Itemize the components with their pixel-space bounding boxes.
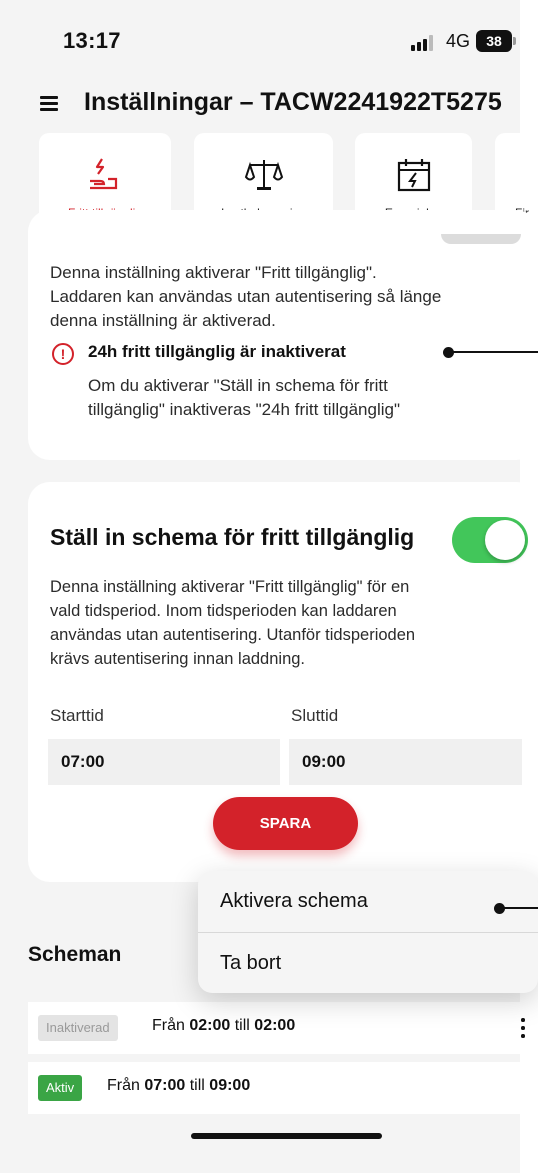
free-access-description-line: Denna inställning aktiverar "Fritt tillg… xyxy=(50,263,377,282)
network-type: 4G xyxy=(446,31,471,51)
toggle-edge xyxy=(441,234,521,244)
page-title: Inställningar – TACW2241922T5275 xyxy=(84,88,502,116)
more-options-icon[interactable] xyxy=(520,1018,526,1038)
warning-text-line: tillgänglig" inaktiveras "24h fritt till… xyxy=(88,400,400,419)
annotation-pointer-line xyxy=(449,351,538,353)
balance-scale-icon xyxy=(244,160,283,190)
menu-item-delete[interactable]: Ta bort xyxy=(220,952,281,975)
status-time: 13:17 xyxy=(63,28,121,53)
home-indicator xyxy=(191,1133,382,1139)
app-screen: 13:17 4G 38 Inställningar – TACW2241922T… xyxy=(0,0,538,1173)
schedule-row-text: Från 07:00 till 09:00 xyxy=(107,1077,251,1094)
menu-divider xyxy=(198,932,538,933)
free-access-description-line: Laddaren kan användas utan autentisering… xyxy=(50,287,442,306)
free-access-card xyxy=(28,210,538,460)
schedule-description-line: krävs autentisering innan laddning. xyxy=(50,650,306,668)
schedule-row-text: Från 02:00 till 02:00 xyxy=(152,1017,296,1034)
calendar-bolt-icon xyxy=(397,159,430,192)
schedule-title: Ställ in schema för fritt tillgänglig xyxy=(50,524,415,550)
warning-icon: ! xyxy=(52,343,74,365)
free-access-description-line: denna inställning är aktiverad. xyxy=(50,311,276,330)
partial-tab-icon xyxy=(528,157,538,193)
status-badge-inactive: Inaktiverad xyxy=(38,1015,118,1041)
status-badge-active: Aktiv xyxy=(38,1075,83,1101)
schedule-row[interactable]: Aktiv Från 07:00 till 09:00 xyxy=(28,1062,538,1114)
context-menu: Aktivera schema Ta bort xyxy=(198,871,538,993)
battery-level: 38 xyxy=(476,30,512,52)
end-time-label: Sluttid xyxy=(291,706,339,725)
schedule-description-line: Denna inställning aktiverar "Fritt tillg… xyxy=(50,578,410,596)
annotation-pointer-line xyxy=(500,907,538,909)
start-time-field[interactable]: 07:00 xyxy=(48,739,280,785)
end-time-field[interactable]: 09:00 xyxy=(289,739,522,785)
warning-text-line: Om du aktiverar "Ställ in schema för fri… xyxy=(88,376,388,395)
hand-charge-icon xyxy=(90,158,118,190)
schedule-description-line: användas utan autentisering. Utanför tid… xyxy=(50,626,416,644)
menu-item-activate-schedule[interactable]: Aktivera schema xyxy=(220,890,368,913)
schedules-heading: Scheman xyxy=(28,943,122,966)
start-time-label: Starttid xyxy=(50,706,104,725)
warning-title: 24h fritt tillgänglig är inaktiverat xyxy=(88,342,346,361)
signal-icon xyxy=(411,35,435,51)
schedule-description-line: vald tidsperiod. Inom tidsperioden kan l… xyxy=(50,602,397,620)
battery-icon: 38 xyxy=(476,30,516,52)
schedule-row[interactable]: Inaktiverad Från 02:00 till 02:00 xyxy=(28,1002,538,1054)
hamburger-menu-icon[interactable] xyxy=(40,96,58,111)
save-button[interactable]: SPARA xyxy=(213,797,358,850)
schedule-toggle[interactable] xyxy=(452,517,528,563)
